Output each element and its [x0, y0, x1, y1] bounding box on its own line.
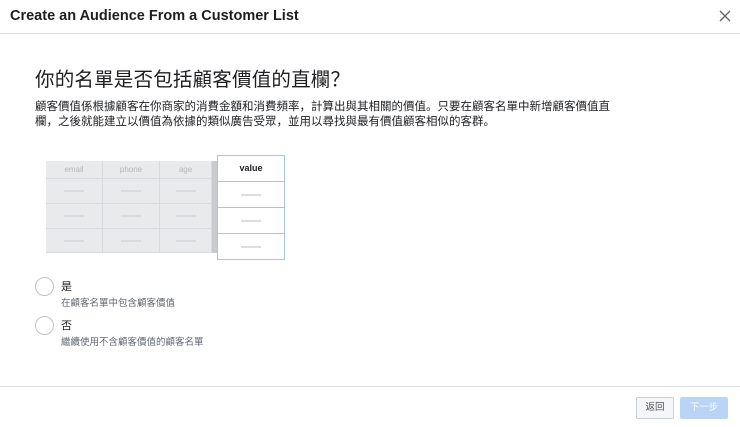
dialog-header: Create an Audience From a Customer List	[0, 0, 740, 34]
close-button[interactable]	[716, 7, 734, 25]
table-cell	[46, 179, 103, 204]
option-yes[interactable]: 是 在顧客名單中包含顧客價值	[35, 277, 335, 313]
table-cell	[160, 229, 212, 253]
column-header-value: value	[218, 156, 284, 182]
value-cell	[218, 208, 284, 234]
close-icon	[719, 10, 731, 22]
table-cell	[160, 179, 212, 204]
table-cell	[160, 204, 212, 229]
dialog-title: Create an Audience From a Customer List	[10, 8, 299, 24]
table-cell	[46, 229, 103, 253]
value-cell	[218, 234, 284, 259]
next-button[interactable]: 下一步	[680, 397, 728, 419]
table-cell	[103, 204, 160, 229]
option-yes-description: 在顧客名單中包含顧客價值	[61, 298, 176, 309]
table-cell	[46, 204, 103, 229]
column-header-email: email	[46, 161, 103, 179]
table-cell	[103, 229, 160, 253]
radio-yes[interactable]	[35, 277, 54, 296]
option-no[interactable]: 否 繼續使用不含顧客價值的顧客名單	[35, 316, 335, 352]
page-heading: 你的名單是否包括顧客價值的直欄？	[35, 68, 351, 91]
dialog-footer: 返回 下一步	[0, 386, 740, 427]
column-header-age: age	[160, 161, 212, 179]
radio-no[interactable]	[35, 316, 54, 335]
back-button[interactable]: 返回	[636, 397, 674, 419]
description-text: 顧客價值係根據顧客在你商家的消費金額和消費頻率，計算出與其相關的價值。只要在顧客…	[35, 99, 610, 128]
create-audience-dialog: Create an Audience From a Customer List …	[0, 0, 740, 427]
table-cell	[103, 179, 160, 204]
option-no-description: 繼續使用不含顧客價值的顧客名單	[61, 337, 204, 348]
column-header-phone: phone	[103, 161, 160, 179]
option-yes-label: 是	[61, 280, 72, 293]
option-no-label: 否	[61, 319, 72, 332]
value-column-highlight: value	[217, 155, 285, 260]
value-cell	[218, 182, 284, 208]
customer-list-illustration: email phone age value	[46, 155, 286, 261]
